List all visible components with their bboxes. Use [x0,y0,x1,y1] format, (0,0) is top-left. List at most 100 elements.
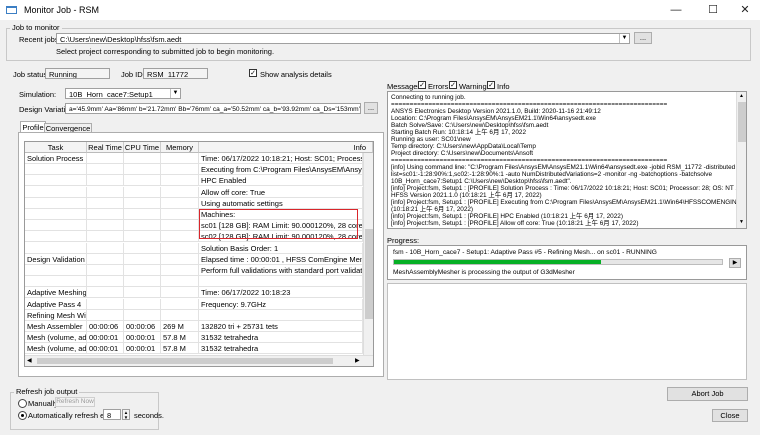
errors-filter-label: Errors [428,82,449,91]
column-header-memory[interactable]: Memory [161,142,199,153]
design-variation-button[interactable]: ... [364,102,378,114]
table-row[interactable]: Solution Basis Order: 1 [25,242,373,254]
spin-down-icon[interactable]: ▼ [123,415,129,420]
memory-cell [161,265,199,276]
real-time-cell [87,253,124,265]
recent-jobs-select[interactable]: C:\Users\new\Desktop\hfss\fsm.aedt ▼ [56,33,630,44]
refresh-interval-spinner[interactable]: ▲ ▼ [122,409,130,420]
task-cell [25,209,87,220]
task-cell [25,265,87,276]
info-cell: HPC Enabled [199,175,363,187]
show-details-checkbox[interactable]: ✓ [249,69,257,77]
warnings-filter-label: Warnings [459,82,491,91]
cpu-time-cell [124,265,161,276]
memory-cell [161,164,199,176]
refresh-interval-input[interactable]: 8 [103,409,121,420]
job-status-field: Running [45,68,110,79]
cpu-time-cell [124,276,161,288]
simulation-select[interactable]: 10B_Horn_cace7:Setup1 ▼ [65,88,181,99]
memory-cell [161,197,199,209]
cpu-time-cell: 00:00:01 [124,343,161,355]
cpu-time-cell: 00:00:01 [124,332,161,344]
scroll-right-icon[interactable]: ▶ [355,357,360,364]
errors-checkbox[interactable]: ✓ [418,81,426,89]
table-row[interactable]: Refining Mesh With ... [25,309,373,321]
seconds-label: seconds. [134,411,165,420]
minimize-icon[interactable]: — [664,2,688,18]
warnings-checkbox[interactable]: ✓ [449,81,457,89]
table-row[interactable]: Allow off core: True [25,186,373,198]
info-cell [199,309,363,321]
progress-expand-button[interactable]: ▶ [729,258,741,268]
refresh-now-button[interactable]: Refresh Now [55,397,95,407]
job-id-field: RSM_11772 [143,68,208,79]
real-time-cell [87,197,124,209]
design-variation-field[interactable]: a='45.9mm' Aa='86mm' b='21.72mm' Bb='76m… [65,103,361,114]
scroll-up-icon[interactable]: ▲ [739,93,744,99]
close-button[interactable]: Close [712,409,748,422]
task-cell [25,231,87,243]
chevron-down-icon[interactable]: ▼ [619,34,629,43]
chevron-down-icon[interactable]: ▼ [170,89,180,98]
real-time-cell [87,276,124,288]
task-cell: Solution Process [25,153,87,164]
real-time-cell [87,209,124,220]
show-details-label: Show analysis details [260,70,332,79]
table-row[interactable]: Using automatic settings [25,197,373,209]
task-cell: Mesh (volume, adapti... [27,343,87,355]
memory-cell: 57.8 M [161,332,199,344]
auto-refresh-radio[interactable] [18,411,27,420]
real-time-cell [87,186,124,198]
memory-cell [161,298,199,310]
table-row[interactable]: Mesh (volume, adapti...00:00:0100:00:015… [25,343,373,355]
table-scroll-thumb[interactable] [365,229,373,319]
maximize-icon[interactable]: ☐ [701,2,725,18]
messages-vertical-scrollbar[interactable]: ▲ ▼ [736,92,746,228]
messages-log[interactable]: Connecting to running job. ==============… [387,91,747,229]
memory-cell [161,209,199,220]
memory-cell: 269 M [161,321,199,332]
progress-details-panel [387,283,747,380]
messages-scroll-thumb[interactable] [738,102,746,142]
info-cell: 132820 tri + 25731 tets [199,321,363,332]
table-row[interactable]: Perform full validations with standard p… [25,265,373,276]
real-time-cell: 00:00:06 [87,321,124,332]
job-to-monitor-label: Job to monitor [10,23,62,32]
memory-cell [161,186,199,198]
real-time-cell [87,309,124,321]
task-cell [25,175,87,187]
machines-highlight-box [199,209,358,239]
cpu-time-cell [124,197,161,209]
table-row[interactable]: Adaptive Meshing Time: 06/17/2022 10:18:2… [25,287,373,299]
info-cell [199,276,363,288]
table-row[interactable]: HPC Enabled [25,175,373,187]
manual-refresh-radio[interactable] [18,399,27,408]
memory-cell [161,175,199,187]
table-hscroll-thumb[interactable] [37,358,333,364]
progress-bar-fill [394,260,601,264]
info-checkbox[interactable]: ✓ [487,81,495,89]
progress-bar [393,259,723,265]
table-vertical-scrollbar[interactable] [363,153,373,356]
scroll-down-icon[interactable]: ▼ [739,219,744,225]
abort-job-button[interactable]: Abort Job [667,387,748,401]
table-row[interactable]: Mesh Assembler 00:00:06 00:00:06 269 M 13282… [25,321,373,332]
task-cell [25,164,87,176]
memory-cell [161,231,199,243]
scroll-left-icon[interactable]: ◀ [27,357,32,364]
table-row[interactable]: Mesh (volume, adapti...00:00:0100:00:015… [25,332,373,344]
column-header-task[interactable]: Task [25,142,87,153]
column-header-real-time[interactable]: Real Time [87,142,124,153]
table-row[interactable]: Design Validation Elapsed time : 00:00:01… [25,253,373,265]
table-row[interactable] [25,276,373,288]
table-row[interactable]: Executing from C:\Program Files\AnsysEM\… [25,164,373,176]
column-header-cpu-time[interactable]: CPU Time [124,142,161,153]
info-cell: Time: 06/17/2022 10:18:21; Host: SC01; P… [199,153,363,164]
table-row[interactable]: Adaptive Pass 4 Frequency: 9.7GHz [25,298,373,310]
table-row[interactable]: Solution Process Time: 06/17/2022 10:18:2… [25,153,373,164]
table-horizontal-scrollbar[interactable]: ◀ ▶ [25,355,373,366]
browse-job-button[interactable]: ... [634,32,652,44]
close-icon[interactable]: ✕ [733,2,757,18]
column-header-info[interactable]: Info [199,142,373,153]
real-time-cell: 00:00:01 [87,343,124,355]
